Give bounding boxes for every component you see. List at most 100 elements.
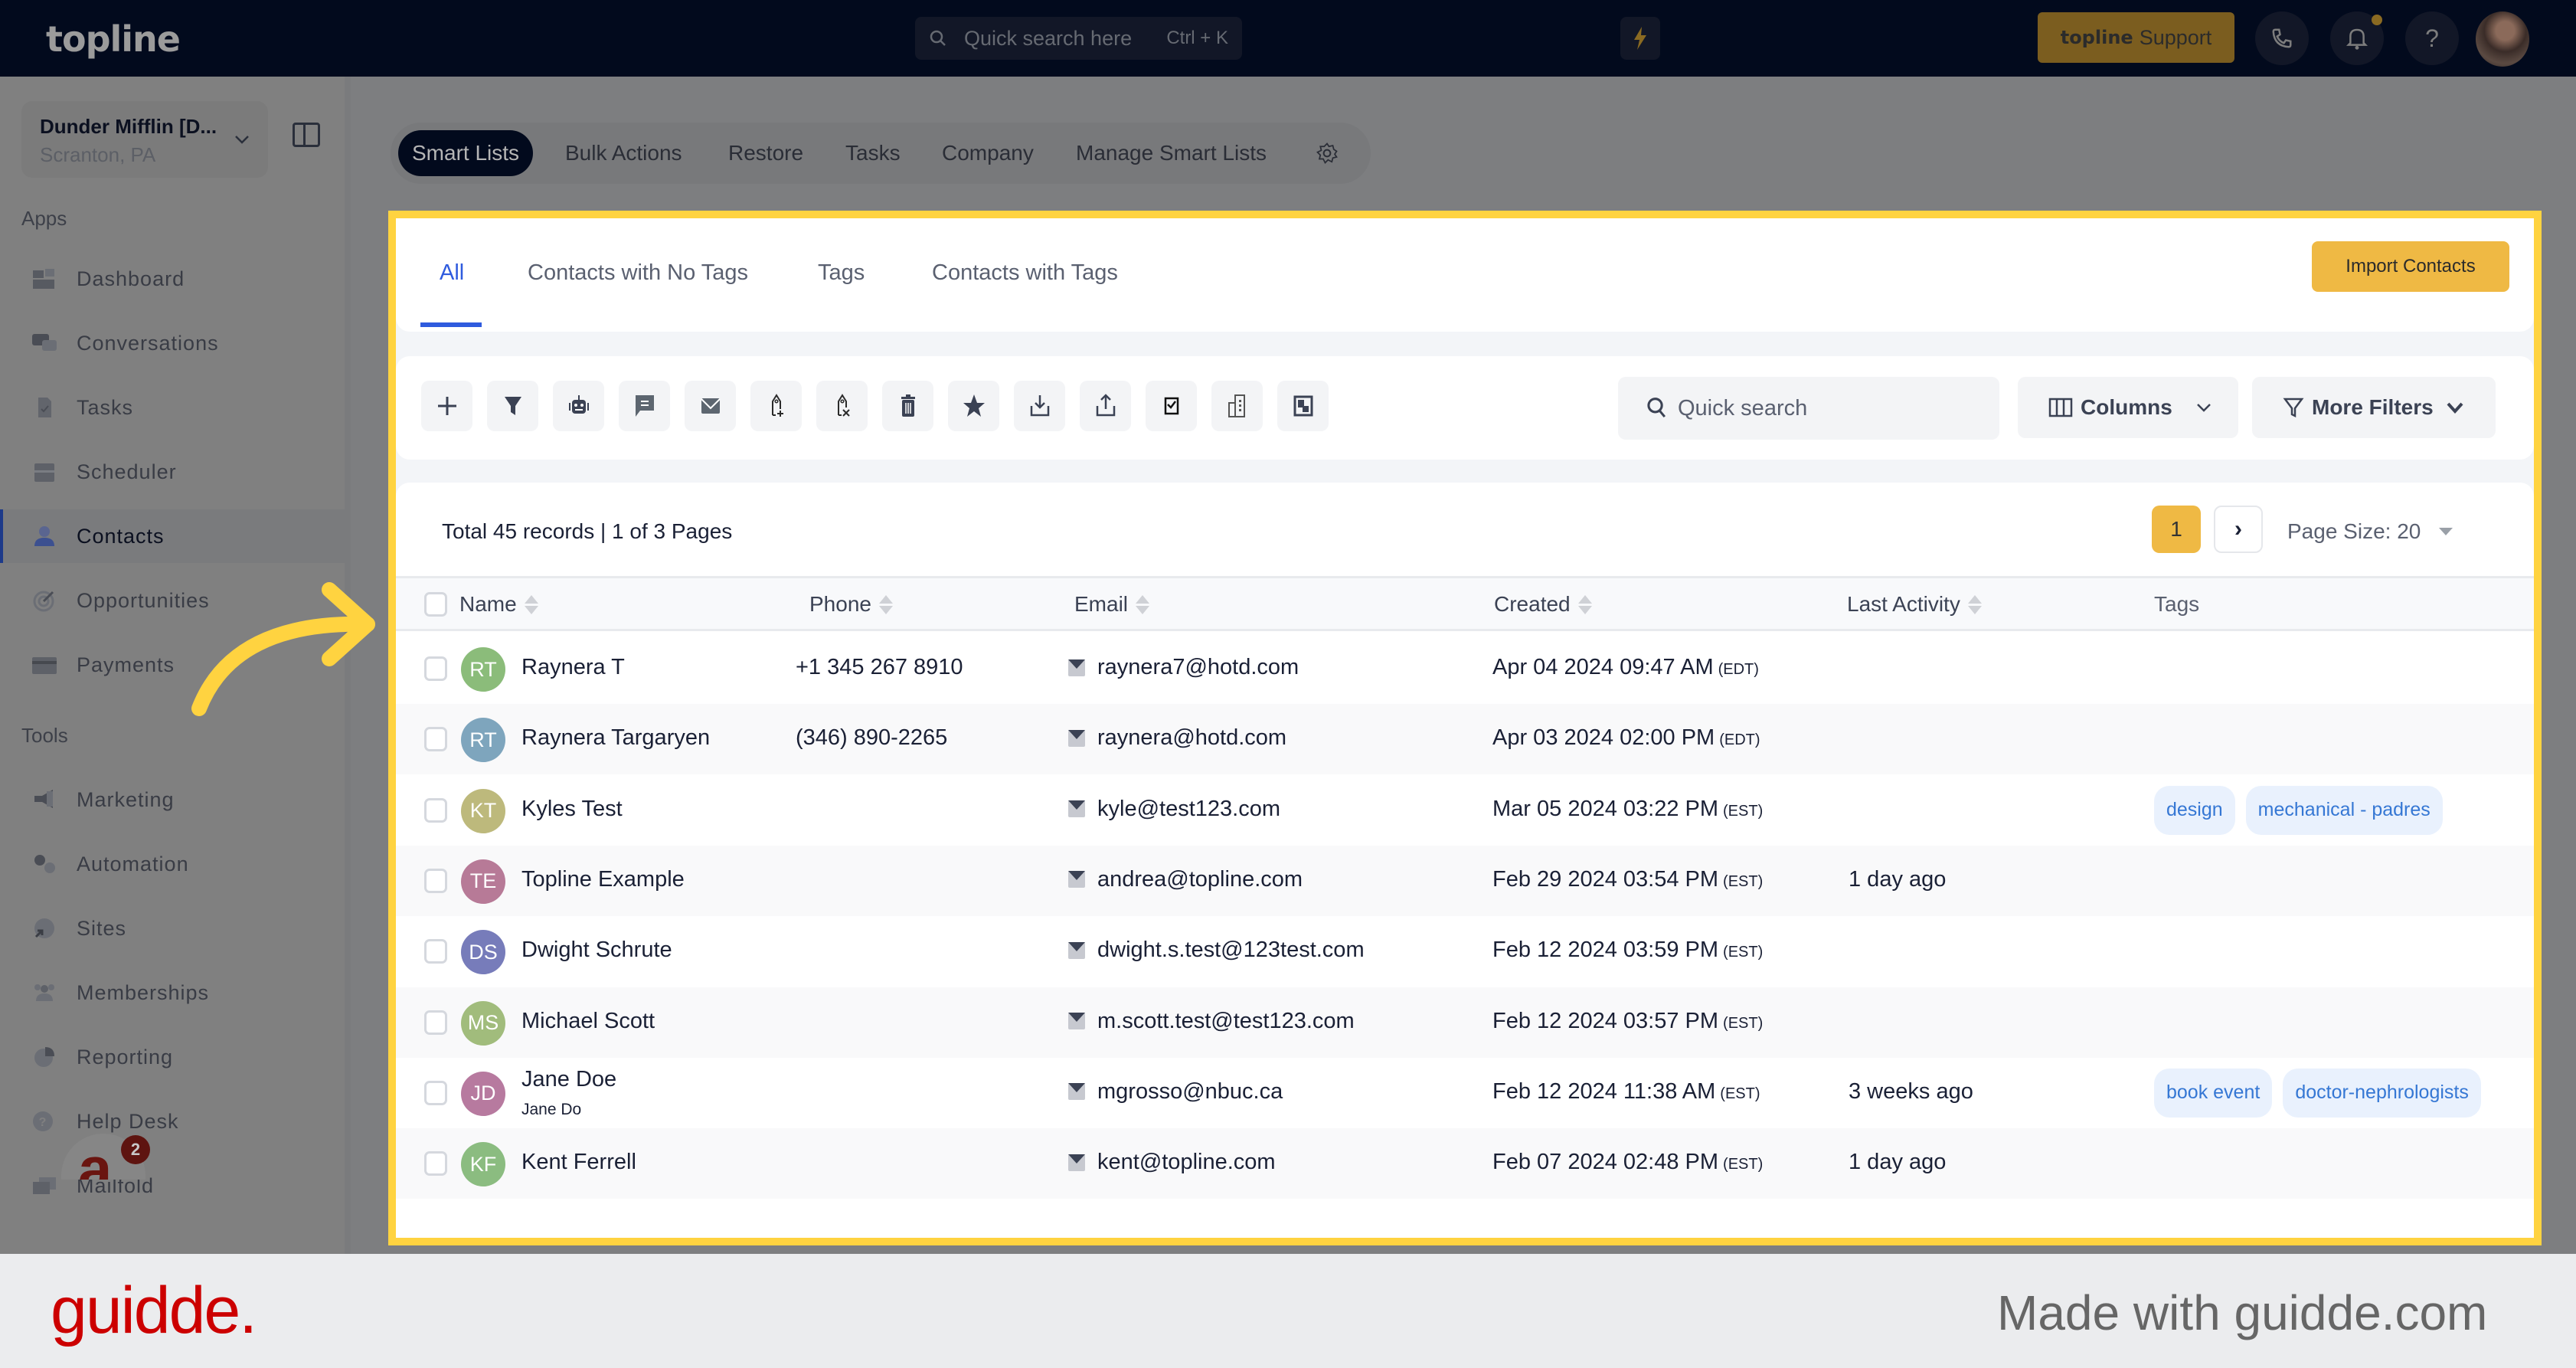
column-header-last-activity[interactable]: Last Activity (1847, 592, 1982, 617)
sidebar-item-mailfold[interactable]: Mailfold (0, 1159, 345, 1213)
tab-company[interactable]: Company (942, 130, 1034, 176)
list-tab-with-tags[interactable]: Contacts with Tags (932, 260, 1118, 286)
account-switcher[interactable]: Dunder Mifflin [D... Scranton, PA (21, 101, 268, 178)
table-row[interactable]: TE Topline Example andrea@topline.com Feb 2… (396, 845, 2534, 916)
row-checkbox[interactable] (424, 939, 447, 964)
pagination-page-current[interactable]: 1 (2152, 506, 2201, 553)
contacts-search-input[interactable]: Quick search (1618, 377, 1999, 440)
conversations-icon (29, 332, 60, 355)
select-all-checkbox[interactable] (424, 592, 447, 617)
send-mail-button[interactable] (1146, 381, 1197, 431)
quick-actions-button[interactable] (1620, 17, 1660, 60)
column-header-email[interactable]: Email (1074, 592, 1150, 617)
sidebar-item-automation[interactable]: Automation (0, 837, 345, 891)
sidebar-item-label: Payments (77, 653, 175, 676)
import-contacts-button[interactable]: Import Contacts (2312, 241, 2509, 292)
contact-name[interactable]: Michael Scott (521, 1009, 655, 1034)
pagination-next-button[interactable]: › (2214, 506, 2263, 553)
sidebar-collapse-icon[interactable] (293, 123, 320, 147)
support-button[interactable]: topline Support (2038, 12, 2234, 63)
guidde-footer: guidde. Made with guidde.com (0, 1254, 2576, 1368)
sidebar-item-help-desk[interactable]: ? Help Desk (0, 1095, 345, 1148)
tab-smart-lists[interactable]: Smart Lists (398, 130, 534, 176)
column-header-name[interactable]: Name (459, 592, 538, 617)
sidebar-item-tasks[interactable]: Tasks (0, 381, 345, 434)
more-filters-dropdown[interactable]: More Filters (2252, 377, 2496, 438)
company-button[interactable] (1211, 381, 1263, 431)
row-checkbox[interactable] (424, 656, 447, 681)
created-date: Feb 12 2024 03:57 PM (1492, 1008, 1719, 1033)
tag-chip[interactable]: design (2154, 785, 2235, 835)
add-tag-button[interactable] (750, 381, 802, 431)
sidebar-item-dashboard[interactable]: Dashboard (0, 252, 345, 306)
tag-chip[interactable]: doctor-nephrologists (2283, 1068, 2481, 1118)
table-row[interactable]: JD Jane Doe Jane Do mgrosso@nbuc.ca Feb 12 2… (396, 1058, 2534, 1128)
smart-list-settings-button[interactable] (1316, 130, 1339, 176)
list-tab-tags[interactable]: Tags (818, 260, 865, 286)
sidebar-item-scheduler[interactable]: Scheduler (0, 445, 345, 499)
import-button[interactable] (1014, 381, 1065, 431)
review-request-button[interactable] (948, 381, 999, 431)
export-button[interactable] (1080, 381, 1131, 431)
columns-label: Columns (2081, 395, 2172, 419)
table-row[interactable]: MS Michael Scott m.scott.test@test123.com F… (396, 987, 2534, 1058)
table-row[interactable]: DS Dwight Schrute dwight.s.test@123test.co… (396, 916, 2534, 987)
contact-email: m.scott.test@test123.com (1068, 1009, 1355, 1034)
row-checkbox[interactable] (424, 727, 447, 752)
global-search-input[interactable]: Quick search here Ctrl + K (915, 17, 1242, 60)
table-row[interactable]: RT Raynera Targaryen (346) 890-2265 raynera… (396, 704, 2534, 775)
tab-bulk-actions[interactable]: Bulk Actions (565, 130, 682, 176)
table-row[interactable]: RT Raynera T +1 345 267 8910 raynera7@hotd.… (396, 633, 2534, 704)
table-row[interactable]: KT Kyles Test kyle@test123.com Mar 05 2024 … (396, 775, 2534, 846)
help-button[interactable]: ? (2405, 11, 2459, 65)
contact-tags: book event doctor-nephrologists (2154, 1068, 2481, 1118)
column-label: Name (459, 592, 517, 616)
user-avatar[interactable] (2476, 11, 2529, 67)
contact-name[interactable]: Raynera Targaryen (521, 725, 710, 751)
phone-button[interactable] (2255, 11, 2309, 65)
list-tab-all[interactable]: All (440, 260, 464, 286)
remove-tag-button[interactable] (816, 381, 868, 431)
email-icon (1068, 1083, 1085, 1101)
tag-chip[interactable]: book event (2154, 1068, 2273, 1118)
table-row[interactable]: KF Kent Ferrell kent@topline.com Feb 07 202… (396, 1128, 2534, 1199)
row-checkbox[interactable] (424, 1010, 447, 1035)
merge-button[interactable] (1277, 381, 1329, 431)
tab-tasks[interactable]: Tasks (845, 130, 901, 176)
send-email-button[interactable] (685, 381, 736, 431)
page-size-select[interactable]: Page Size: 20 (2287, 519, 2453, 544)
row-checkbox[interactable] (424, 1080, 447, 1105)
contact-name[interactable]: Dwight Schrute (521, 938, 672, 963)
contact-name[interactable]: Kent Ferrell (521, 1150, 636, 1175)
row-checkbox[interactable] (424, 1151, 447, 1177)
created-timezone: (EST) (1723, 1156, 1764, 1173)
sidebar-item-sites[interactable]: Sites (0, 902, 345, 955)
tab-manage-smart-lists[interactable]: Manage Smart Lists (1076, 130, 1267, 176)
filter-button[interactable] (487, 381, 538, 431)
contact-name[interactable]: Kyles Test (521, 797, 623, 822)
columns-dropdown[interactable]: Columns (2018, 377, 2238, 438)
support-brand: topline (2060, 27, 2133, 48)
contact-name[interactable]: Jane Doe (521, 1067, 616, 1092)
sidebar-item-conversations[interactable]: Conversations (0, 316, 345, 370)
contact-name[interactable]: Raynera T (521, 655, 625, 680)
delete-button[interactable] (882, 381, 933, 431)
contact-name[interactable]: Topline Example (521, 867, 685, 892)
notifications-button[interactable] (2330, 11, 2384, 65)
column-header-created[interactable]: Created (1494, 592, 1592, 617)
tag-chip[interactable]: mechanical - padres (2245, 785, 2443, 835)
list-tab-no-tags[interactable]: Contacts with No Tags (528, 260, 748, 286)
sidebar-item-memberships[interactable]: Memberships (0, 966, 345, 1019)
row-checkbox[interactable] (424, 868, 447, 893)
send-sms-button[interactable] (619, 381, 670, 431)
add-contact-button[interactable] (421, 381, 472, 431)
column-header-phone[interactable]: Phone (809, 592, 893, 617)
more-filters-label: More Filters (2312, 395, 2434, 419)
row-checkbox[interactable] (424, 797, 447, 823)
add-to-workflow-button[interactable] (553, 381, 604, 431)
sidebar-item-contacts[interactable]: Contacts (0, 509, 345, 563)
app-logo[interactable]: topline (46, 18, 181, 60)
tab-restore[interactable]: Restore (728, 130, 803, 176)
sidebar-item-reporting[interactable]: Reporting (0, 1030, 345, 1084)
sidebar-item-marketing[interactable]: Marketing (0, 773, 345, 826)
